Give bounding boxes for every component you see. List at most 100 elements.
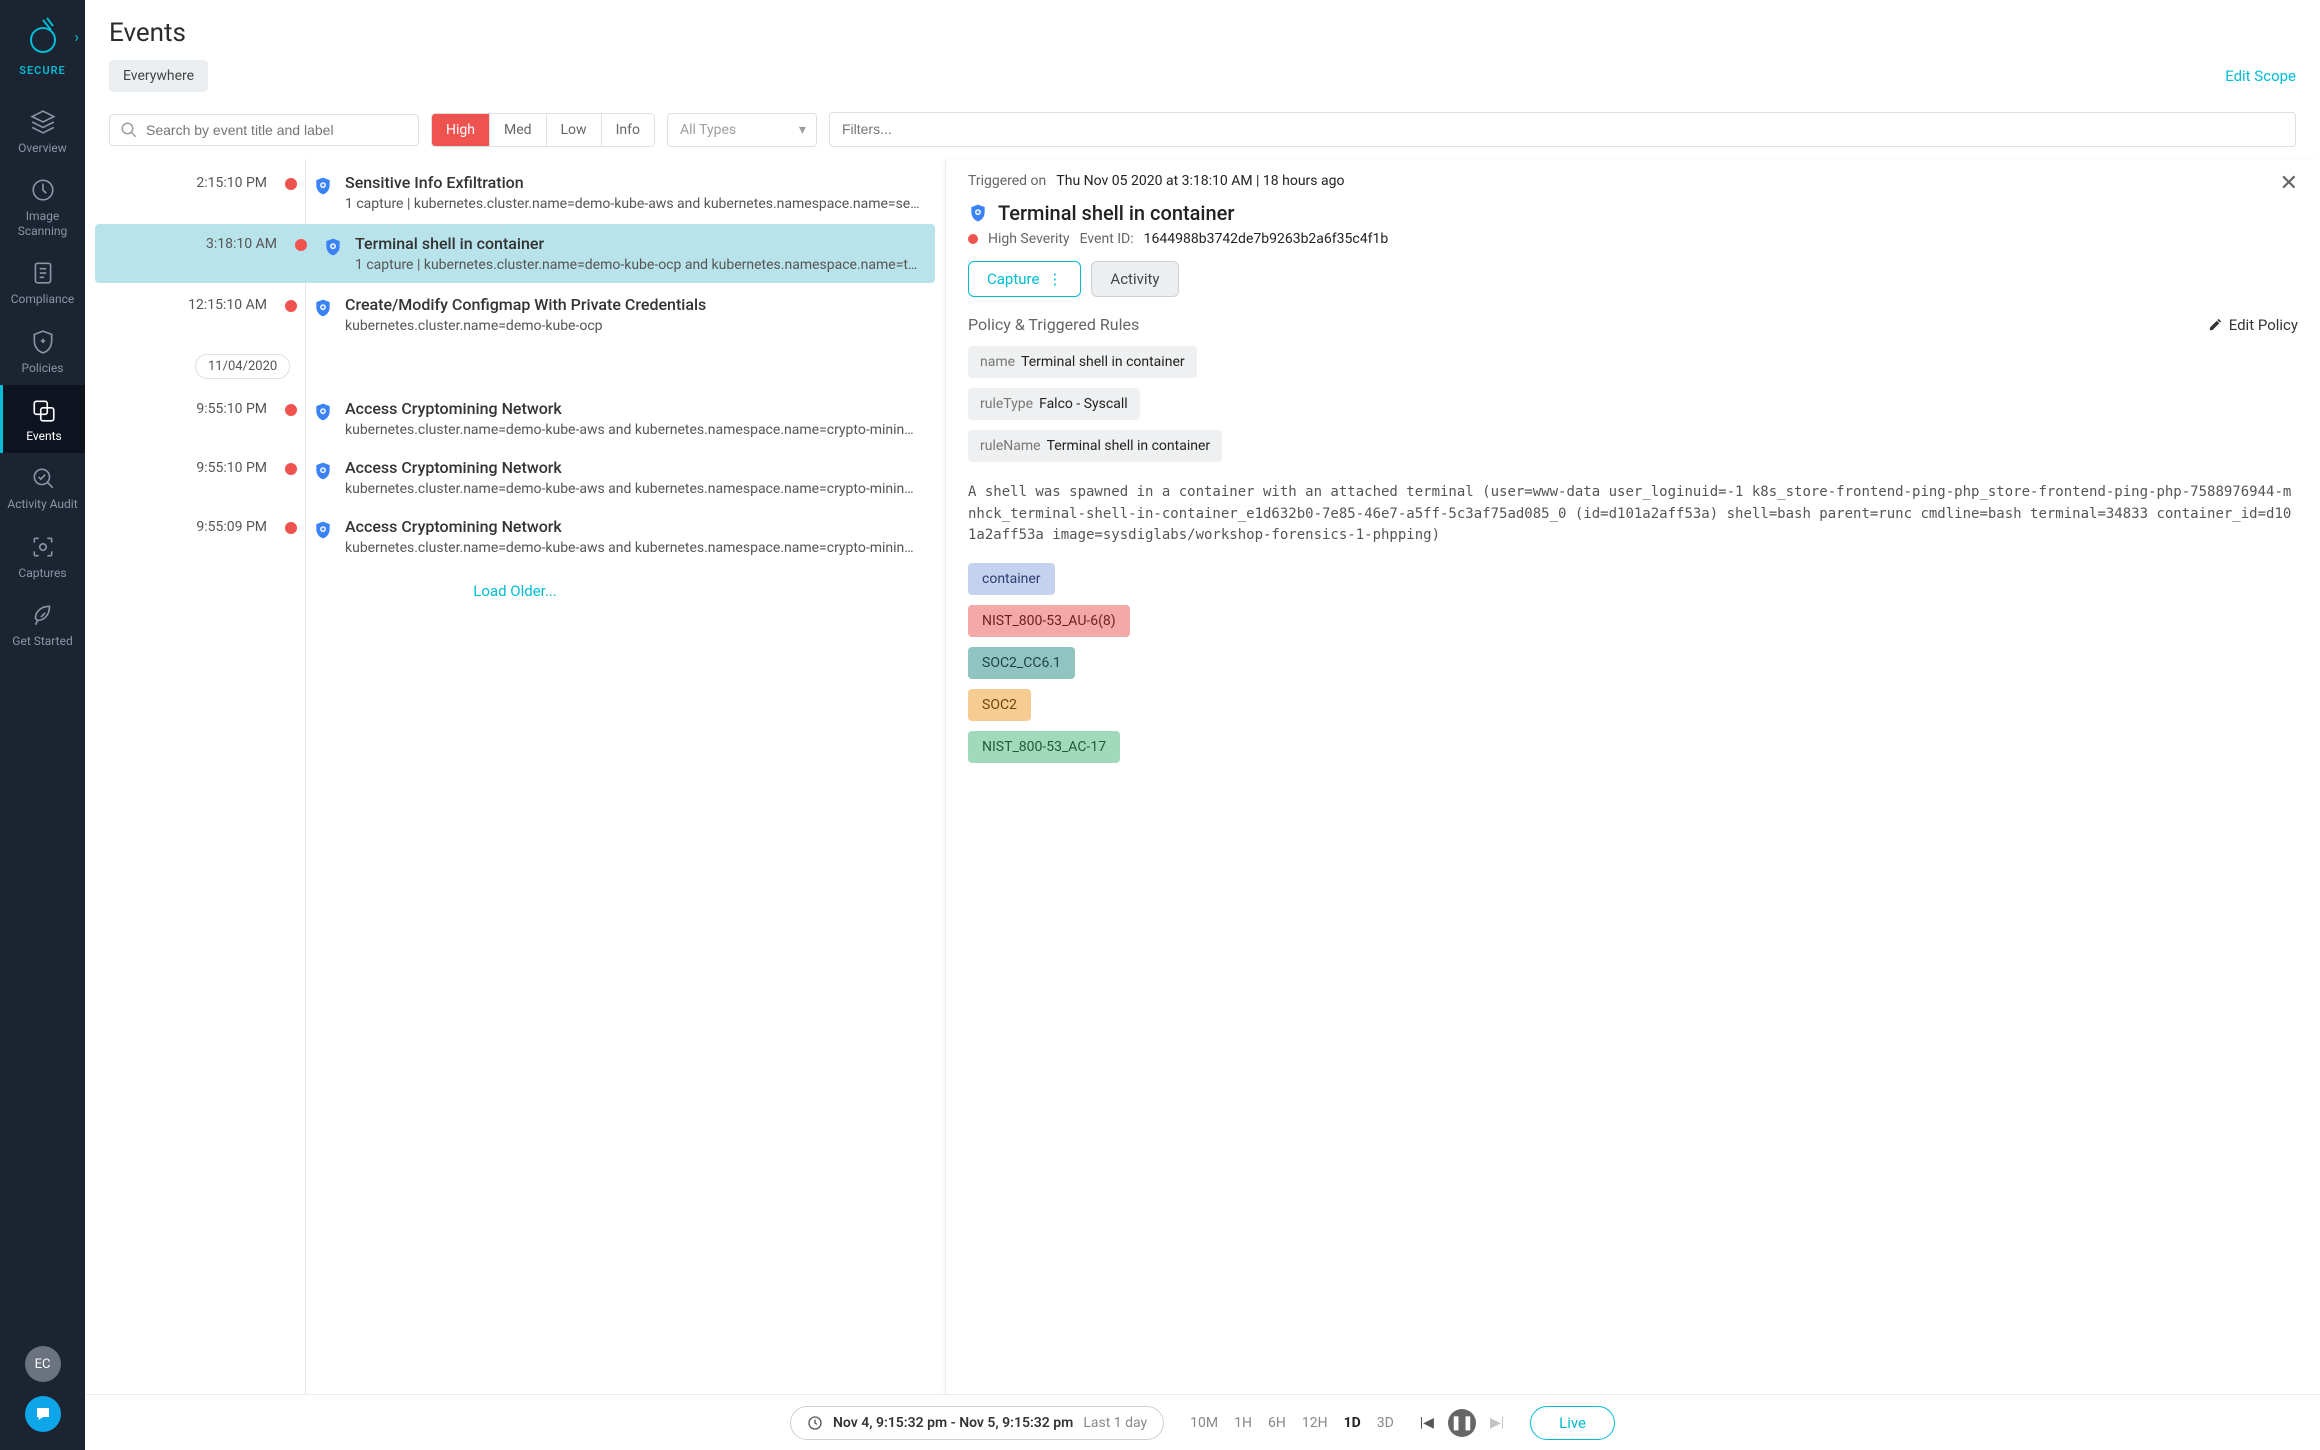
event-subtitle: 1 capture | kubernetes.cluster.name=demo… xyxy=(345,196,921,212)
capture-button[interactable]: Capture ⋮ xyxy=(968,261,1081,297)
type-select[interactable]: All Types xyxy=(667,113,817,147)
kebab-icon: ⋮ xyxy=(1047,270,1062,288)
event-subtitle: 1 capture | kubernetes.cluster.name=demo… xyxy=(355,257,921,273)
section-title: Policy & Triggered Rules xyxy=(968,315,1139,334)
time-range-option[interactable]: 1D xyxy=(1344,1415,1361,1431)
scope-chip[interactable]: Everywhere xyxy=(109,60,208,92)
time-range-options: 10M 1H 6H 12H 1D 3D xyxy=(1190,1415,1394,1431)
sidebar-item-get-started[interactable]: Get Started xyxy=(0,590,85,658)
severity-dot xyxy=(295,239,307,251)
tag[interactable]: container xyxy=(968,563,1055,595)
shield-icon xyxy=(323,236,343,258)
load-older-button[interactable]: Load Older... xyxy=(85,566,945,616)
event-id-value: 1644988b3742de7b9263b2a6f35c4f1b xyxy=(1144,231,1389,247)
event-id-label: Event ID: xyxy=(1080,231,1134,247)
event-time: 3:18:10 AM xyxy=(95,234,295,252)
sidebar-item-label: Captures xyxy=(18,566,66,580)
sidebar-item-image-scanning[interactable]: Image Scanning xyxy=(0,165,85,248)
page-title: Events xyxy=(109,18,2296,48)
event-row[interactable]: 2:15:10 PM Sensitive Info Exfiltration 1… xyxy=(85,163,945,222)
severity-dot xyxy=(285,178,297,190)
event-time: 9:55:10 PM xyxy=(85,399,285,417)
shield-icon xyxy=(313,519,333,541)
event-time: 9:55:10 PM xyxy=(85,458,285,476)
sidebar-item-label: Activity Audit xyxy=(7,497,77,511)
kv-pill: ruleNameTerminal shell in container xyxy=(968,430,1222,462)
severity-dot xyxy=(285,463,297,475)
kv-pill: ruleTypeFalco - Syscall xyxy=(968,388,1140,420)
severity-high-button[interactable]: High xyxy=(432,114,490,146)
sidebar-item-label: Get Started xyxy=(12,634,72,648)
event-time: 12:15:10 AM xyxy=(85,295,285,313)
pause-icon[interactable]: ❚❚ xyxy=(1448,1409,1476,1437)
severity-dot xyxy=(285,404,297,416)
shield-icon xyxy=(313,297,333,319)
time-range-option[interactable]: 3D xyxy=(1377,1415,1394,1431)
time-range-option[interactable]: 1H xyxy=(1234,1415,1252,1431)
chevron-right-icon: › xyxy=(74,27,79,46)
brand-label: SECURE xyxy=(19,64,66,77)
search-input-wrapper[interactable] xyxy=(109,114,419,146)
clock-icon xyxy=(807,1415,823,1431)
filters-input[interactable] xyxy=(842,121,2283,137)
event-subtitle: kubernetes.cluster.name=demo-kube-ocp xyxy=(345,318,921,334)
sidebar-item-compliance[interactable]: Compliance xyxy=(0,248,85,316)
tag[interactable]: SOC2 xyxy=(968,689,1031,721)
event-subtitle: kubernetes.cluster.name=demo-kube-aws an… xyxy=(345,481,921,497)
event-row[interactable]: 3:18:10 AM Terminal shell in container 1… xyxy=(95,224,935,283)
sidebar-item-overview[interactable]: Overview xyxy=(0,97,85,165)
event-subtitle: kubernetes.cluster.name=demo-kube-aws an… xyxy=(345,422,921,438)
close-icon[interactable]: ✕ xyxy=(2280,173,2298,195)
date-divider: 11/04/2020 xyxy=(195,354,290,379)
event-title: Terminal shell in container xyxy=(355,234,921,253)
shield-icon xyxy=(968,202,988,224)
timeline-line xyxy=(305,159,306,1394)
time-range-text: Nov 4, 9:15:32 pm - Nov 5, 9:15:32 pm xyxy=(833,1415,1073,1431)
event-title: Create/Modify Configmap With Private Cre… xyxy=(345,295,921,314)
edit-scope-link[interactable]: Edit Scope xyxy=(2225,67,2296,85)
event-row[interactable]: 9:55:10 PM Access Cryptomining Network k… xyxy=(85,448,945,507)
event-row[interactable]: 9:55:10 PM Access Cryptomining Network k… xyxy=(85,389,945,448)
time-range-option[interactable]: 12H xyxy=(1302,1415,1328,1431)
event-time: 2:15:10 PM xyxy=(85,173,285,191)
severity-low-button[interactable]: Low xyxy=(547,114,602,146)
sidebar-item-captures[interactable]: Captures xyxy=(0,522,85,590)
event-title: Sensitive Info Exfiltration xyxy=(345,173,921,192)
event-time: 9:55:09 PM xyxy=(85,517,285,535)
chat-button[interactable] xyxy=(25,1396,61,1432)
severity-med-button[interactable]: Med xyxy=(490,114,547,146)
live-button[interactable]: Live xyxy=(1530,1406,1615,1440)
shield-icon xyxy=(313,460,333,482)
tag[interactable]: NIST_800-53_AC-17 xyxy=(968,731,1120,763)
tag[interactable]: NIST_800-53_AU-6(8) xyxy=(968,605,1130,637)
time-range-pill[interactable]: Nov 4, 9:15:32 pm - Nov 5, 9:15:32 pm La… xyxy=(790,1406,1164,1440)
tag[interactable]: SOC2_CC6.1 xyxy=(968,647,1075,679)
filters-input-wrapper[interactable] xyxy=(829,112,2296,147)
event-subtitle: kubernetes.cluster.name=demo-kube-aws an… xyxy=(345,540,921,556)
event-detail-panel: Triggered on Thu Nov 05 2020 at 3:18:10 … xyxy=(945,159,2320,1394)
edit-policy-button[interactable]: Edit Policy xyxy=(2208,316,2298,334)
shield-icon xyxy=(313,175,333,197)
time-range-last: Last 1 day xyxy=(1083,1415,1147,1431)
event-row[interactable]: 12:15:10 AM Create/Modify Configmap With… xyxy=(85,285,945,344)
time-range-option[interactable]: 10M xyxy=(1190,1415,1218,1431)
skip-forward-icon[interactable]: ▶| xyxy=(1490,1415,1504,1431)
event-title: Access Cryptomining Network xyxy=(345,458,921,477)
severity-label: High Severity xyxy=(988,231,1070,247)
sidebar-item-activity-audit[interactable]: Activity Audit xyxy=(0,453,85,521)
search-input[interactable] xyxy=(146,122,408,138)
time-range-option[interactable]: 6H xyxy=(1268,1415,1286,1431)
activity-button[interactable]: Activity xyxy=(1091,261,1178,297)
avatar[interactable]: EC xyxy=(25,1346,61,1382)
sidebar-item-label: Compliance xyxy=(11,292,75,306)
logo[interactable]: › xyxy=(0,16,85,56)
event-row[interactable]: 9:55:09 PM Access Cryptomining Network k… xyxy=(85,507,945,566)
search-icon xyxy=(120,121,138,139)
triggered-on-label: Triggered on xyxy=(968,173,1046,189)
sidebar-item-events[interactable]: Events xyxy=(0,385,85,453)
skip-back-icon[interactable]: |◀ xyxy=(1420,1415,1434,1431)
event-title: Access Cryptomining Network xyxy=(345,517,921,536)
shield-icon xyxy=(313,401,333,423)
sidebar-item-policies[interactable]: Policies xyxy=(0,317,85,385)
severity-info-button[interactable]: Info xyxy=(602,114,654,146)
